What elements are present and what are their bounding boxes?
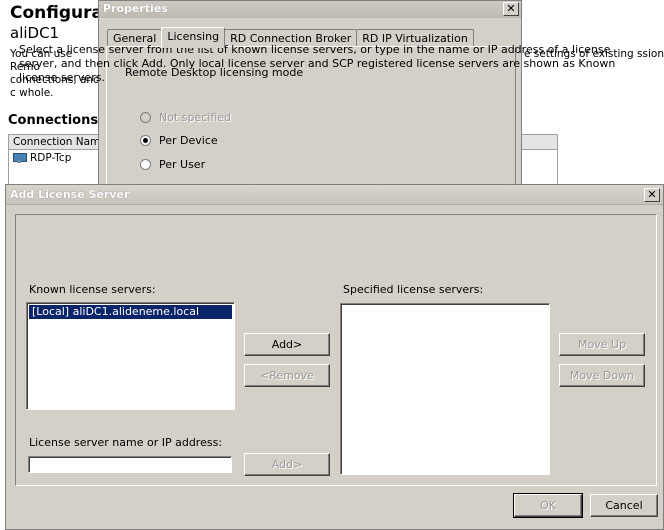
tab-licensing[interactable]: Licensing xyxy=(161,27,226,48)
table-row[interactable]: RDP-Tcp xyxy=(9,150,99,166)
ok-button[interactable]: OK xyxy=(513,493,583,518)
move-up-button[interactable]: Move Up xyxy=(559,333,645,356)
connection-name: RDP-Tcp xyxy=(30,152,72,164)
connections-heading: Connections xyxy=(8,113,99,128)
dialog-title: Add License Server xyxy=(10,188,130,201)
specified-servers-label: Specified license servers: xyxy=(343,283,484,296)
add-button[interactable]: Add> xyxy=(244,333,330,356)
radio-per-device[interactable]: Per Device xyxy=(140,134,218,147)
close-icon: ✕ xyxy=(506,2,516,15)
column-header-connection-name[interactable]: Connection Name xyxy=(9,135,99,150)
specified-servers-list[interactable] xyxy=(340,303,550,475)
move-down-button[interactable]: Move Down xyxy=(559,364,645,387)
remove-button[interactable]: <Remove xyxy=(244,364,330,387)
connections-table: Connection Name RDP-Tcp xyxy=(8,134,100,186)
server-name: aliDC1 xyxy=(10,24,60,42)
close-icon: ✕ xyxy=(647,188,657,201)
connections-table-right-part xyxy=(520,134,558,186)
radio-per-user[interactable]: Per User xyxy=(140,158,205,171)
dialog-close-button[interactable]: ✕ xyxy=(644,188,660,202)
instructions-text: Select a license server from the list of… xyxy=(19,43,616,84)
radio-label: Per User xyxy=(159,158,206,171)
properties-dialog: Properties ✕ General Licensing RD Connec… xyxy=(98,0,522,191)
radio-label: Not specified xyxy=(159,111,232,124)
known-servers-list[interactable]: [Local] aliDC1.alideneme.local xyxy=(26,302,235,410)
radio-button[interactable] xyxy=(140,112,151,123)
network-connection-icon xyxy=(13,153,27,163)
radio-label: Per Device xyxy=(159,134,218,147)
properties-close-button[interactable]: ✕ xyxy=(503,2,519,16)
page-title: Configurat xyxy=(10,3,112,23)
server-name-input[interactable] xyxy=(28,456,232,473)
list-item[interactable]: [Local] aliDC1.alideneme.local xyxy=(29,305,232,319)
radio-button[interactable] xyxy=(140,159,151,170)
known-servers-label: Known license servers: xyxy=(29,283,156,296)
add-name-button[interactable]: Add> xyxy=(244,453,330,476)
radio-not-specified[interactable]: Not specified xyxy=(140,111,231,124)
cancel-button[interactable]: Cancel xyxy=(590,494,658,517)
properties-titlebar[interactable]: Properties ✕ xyxy=(99,1,521,18)
properties-title: Properties xyxy=(103,2,168,15)
radio-button[interactable] xyxy=(140,135,151,146)
add-license-server-titlebar[interactable]: Add License Server ✕ xyxy=(6,185,663,205)
server-name-label: License server name or IP address: xyxy=(29,436,223,449)
